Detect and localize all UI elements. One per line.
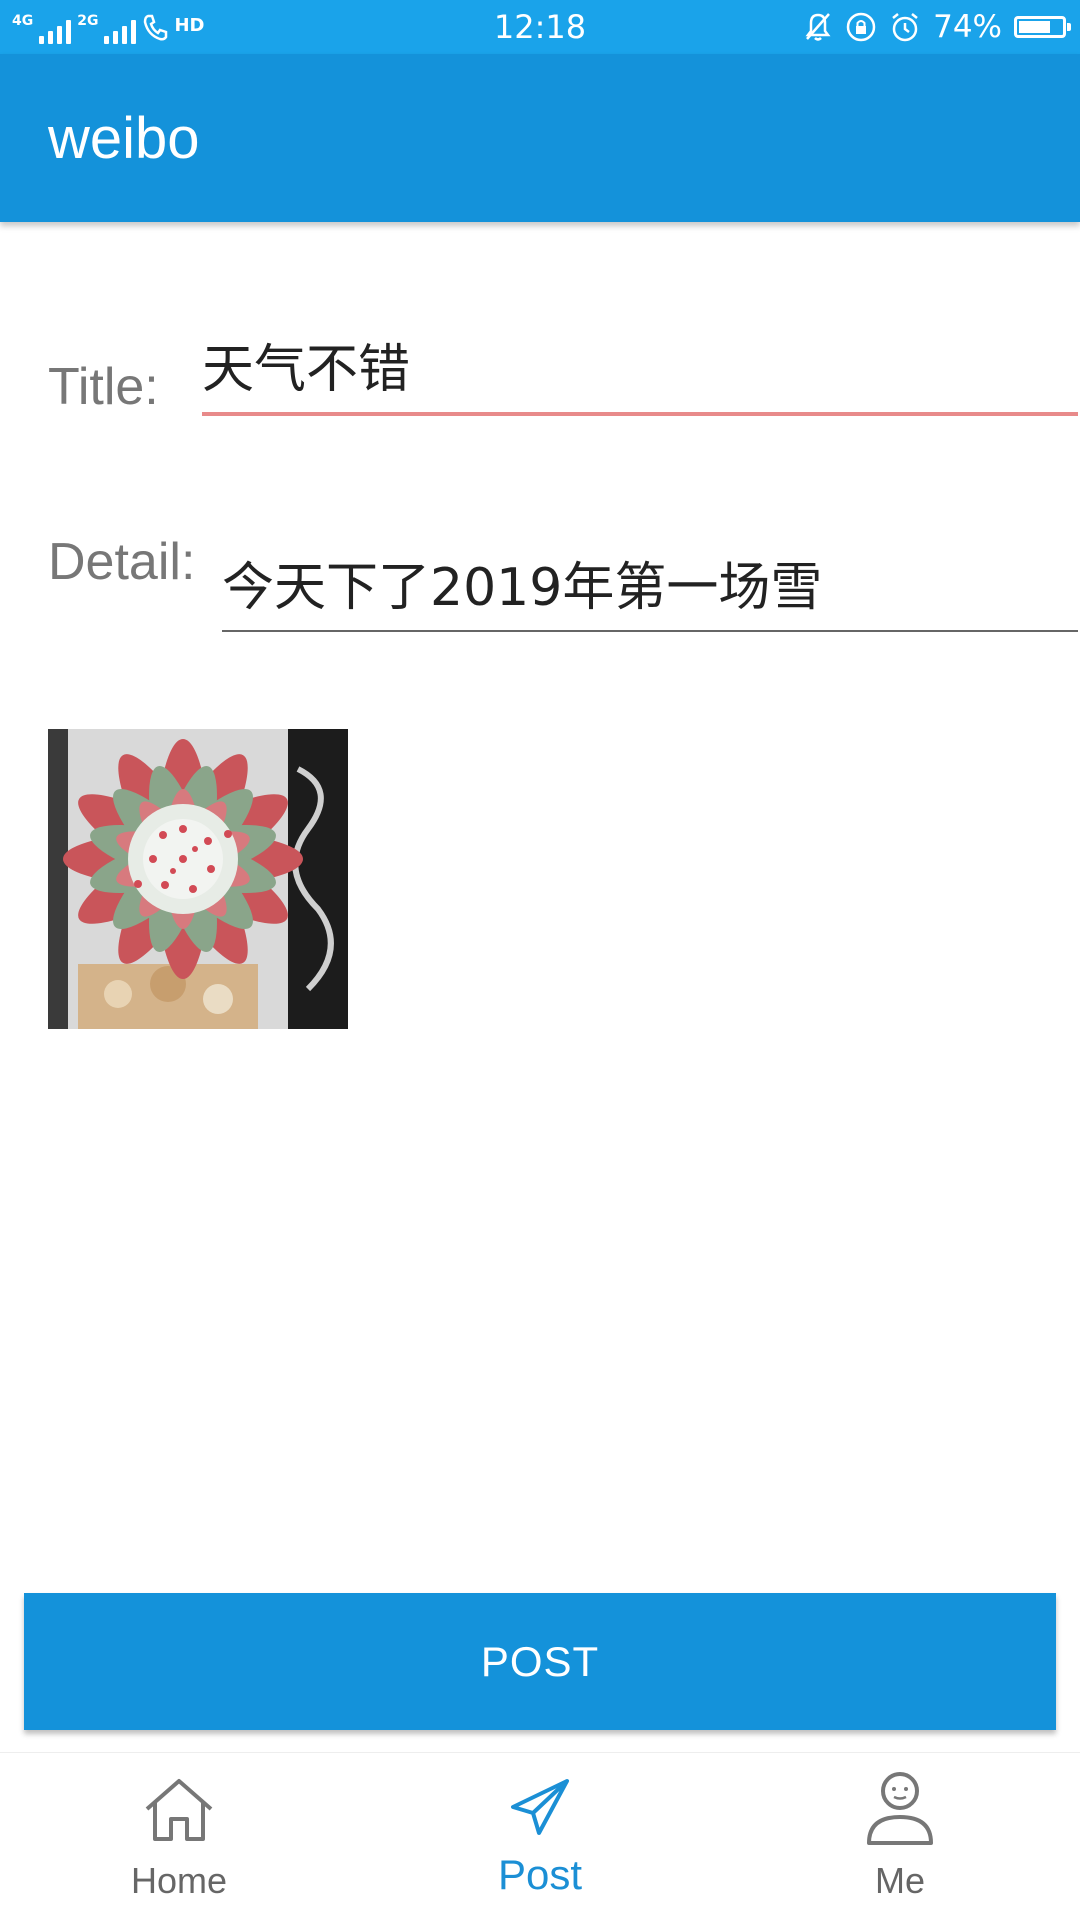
status-bar: 4G 2G HD 12:18 74% (0, 0, 1080, 54)
battery-percent: 74% (933, 9, 1002, 45)
title-input-underline (202, 412, 1078, 416)
post-button[interactable]: POST (24, 1593, 1056, 1730)
succulent-photo[interactable] (48, 729, 348, 1029)
nav-item-home[interactable]: Home (79, 1753, 279, 1920)
detail-label: Detail: (48, 533, 196, 591)
app-bar: weibo (0, 54, 1080, 222)
title-label: Title: (48, 358, 159, 416)
nav-label-home: Home (130, 1860, 228, 1901)
home-icon (145, 1779, 213, 1841)
app-title: weibo (48, 106, 200, 171)
post-screen: 4G 2G HD 12:18 74% weibo Title: 天气不错 Det… (0, 0, 1080, 1920)
status-right-group: 74% (803, 8, 1071, 46)
alarm-icon (892, 13, 918, 42)
bottom-navigation: Home Post Me (0, 1752, 1080, 1920)
rotation-lock-icon (846, 12, 876, 42)
post-button-label: POST (480, 1637, 600, 1685)
nav-label-me: Me (874, 1860, 925, 1901)
nav-item-me[interactable]: Me (800, 1753, 1000, 1920)
succulent-image (48, 729, 348, 1029)
battery-icon (1014, 16, 1071, 38)
nav-item-post[interactable]: Post (440, 1753, 640, 1920)
detail-input-underline (222, 630, 1078, 632)
person-icon (867, 1772, 933, 1845)
battery-level-fill (1019, 21, 1050, 33)
title-input[interactable]: 天气不错 (202, 340, 410, 400)
mute-icon (805, 13, 831, 41)
detail-input[interactable]: 今天下了2019年第一场雪 (222, 558, 822, 618)
nav-label-post: Post (497, 1851, 583, 1898)
paper-plane-icon (511, 1779, 569, 1835)
